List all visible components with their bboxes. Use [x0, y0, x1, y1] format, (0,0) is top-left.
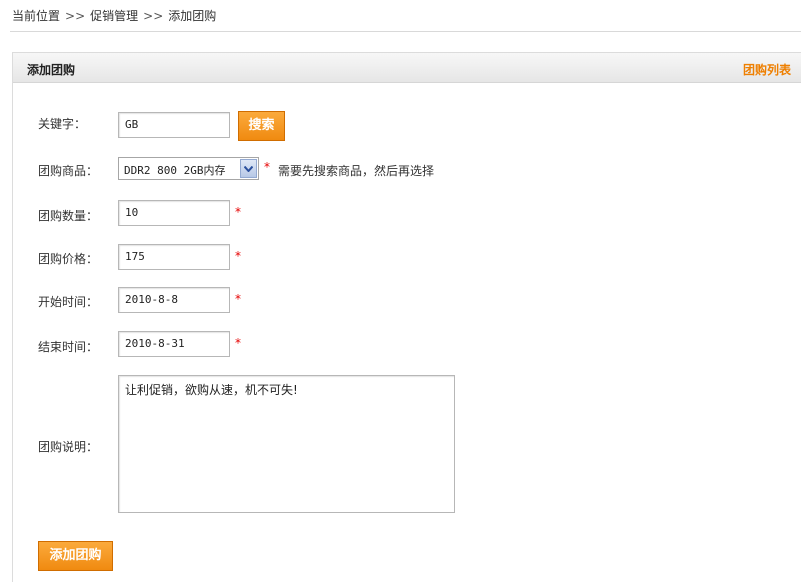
panel-header: 添加团购 团购列表 [13, 53, 801, 83]
product-label: 团购商品： [38, 164, 99, 178]
price-label: 团购价格： [38, 252, 99, 266]
required-mark: * [235, 336, 241, 350]
panel-title: 添加团购 [27, 63, 76, 77]
required-mark: * [235, 205, 241, 219]
description-textarea[interactable]: 让利促销，欲购从速，机不可失! [118, 375, 455, 513]
product-selected-value: DDR2 800 2GB内存 [124, 164, 226, 177]
description-label: 团购说明： [38, 440, 99, 454]
required-mark: * [264, 160, 270, 174]
keyword-label: 关键字： [38, 117, 87, 131]
breadcrumb-item-add-groupbuy: 添加团购 [168, 9, 217, 23]
groupbuy-list-link[interactable]: 团购列表 [743, 61, 791, 78]
breadcrumb-item-current-location: 当前位置 [12, 9, 61, 23]
search-button[interactable]: 搜索 [238, 111, 285, 141]
breadcrumb-separator: >> [65, 9, 86, 23]
breadcrumb-separator: >> [143, 9, 164, 23]
quantity-input[interactable]: 10 [118, 200, 230, 226]
start-time-input[interactable]: 2010-8-8 [118, 287, 230, 313]
breadcrumb-item-promotion[interactable]: 促销管理 [90, 9, 138, 23]
end-time-input[interactable]: 2010-8-31 [118, 331, 230, 357]
breadcrumb: 当前位置 >> 促销管理 >> 添加团购 [12, 7, 216, 24]
product-hint: 需要先搜索商品，然后再选择 [278, 164, 435, 178]
divider [10, 31, 801, 32]
add-groupbuy-panel: 添加团购 团购列表 关键字： GB 搜索 团购商品： DDR2 800 2GB内… [12, 52, 801, 582]
product-select[interactable]: DDR2 800 2GB内存 [118, 157, 259, 180]
start-time-label: 开始时间： [38, 295, 99, 309]
chevron-down-icon[interactable] [240, 159, 257, 178]
add-groupbuy-button[interactable]: 添加团购 [38, 541, 113, 571]
required-mark: * [235, 249, 241, 263]
required-mark: * [235, 292, 241, 306]
end-time-label: 结束时间： [38, 340, 99, 354]
price-input[interactable]: 175 [118, 244, 230, 270]
keyword-input[interactable]: GB [118, 112, 230, 138]
quantity-label: 团购数量： [38, 209, 99, 223]
